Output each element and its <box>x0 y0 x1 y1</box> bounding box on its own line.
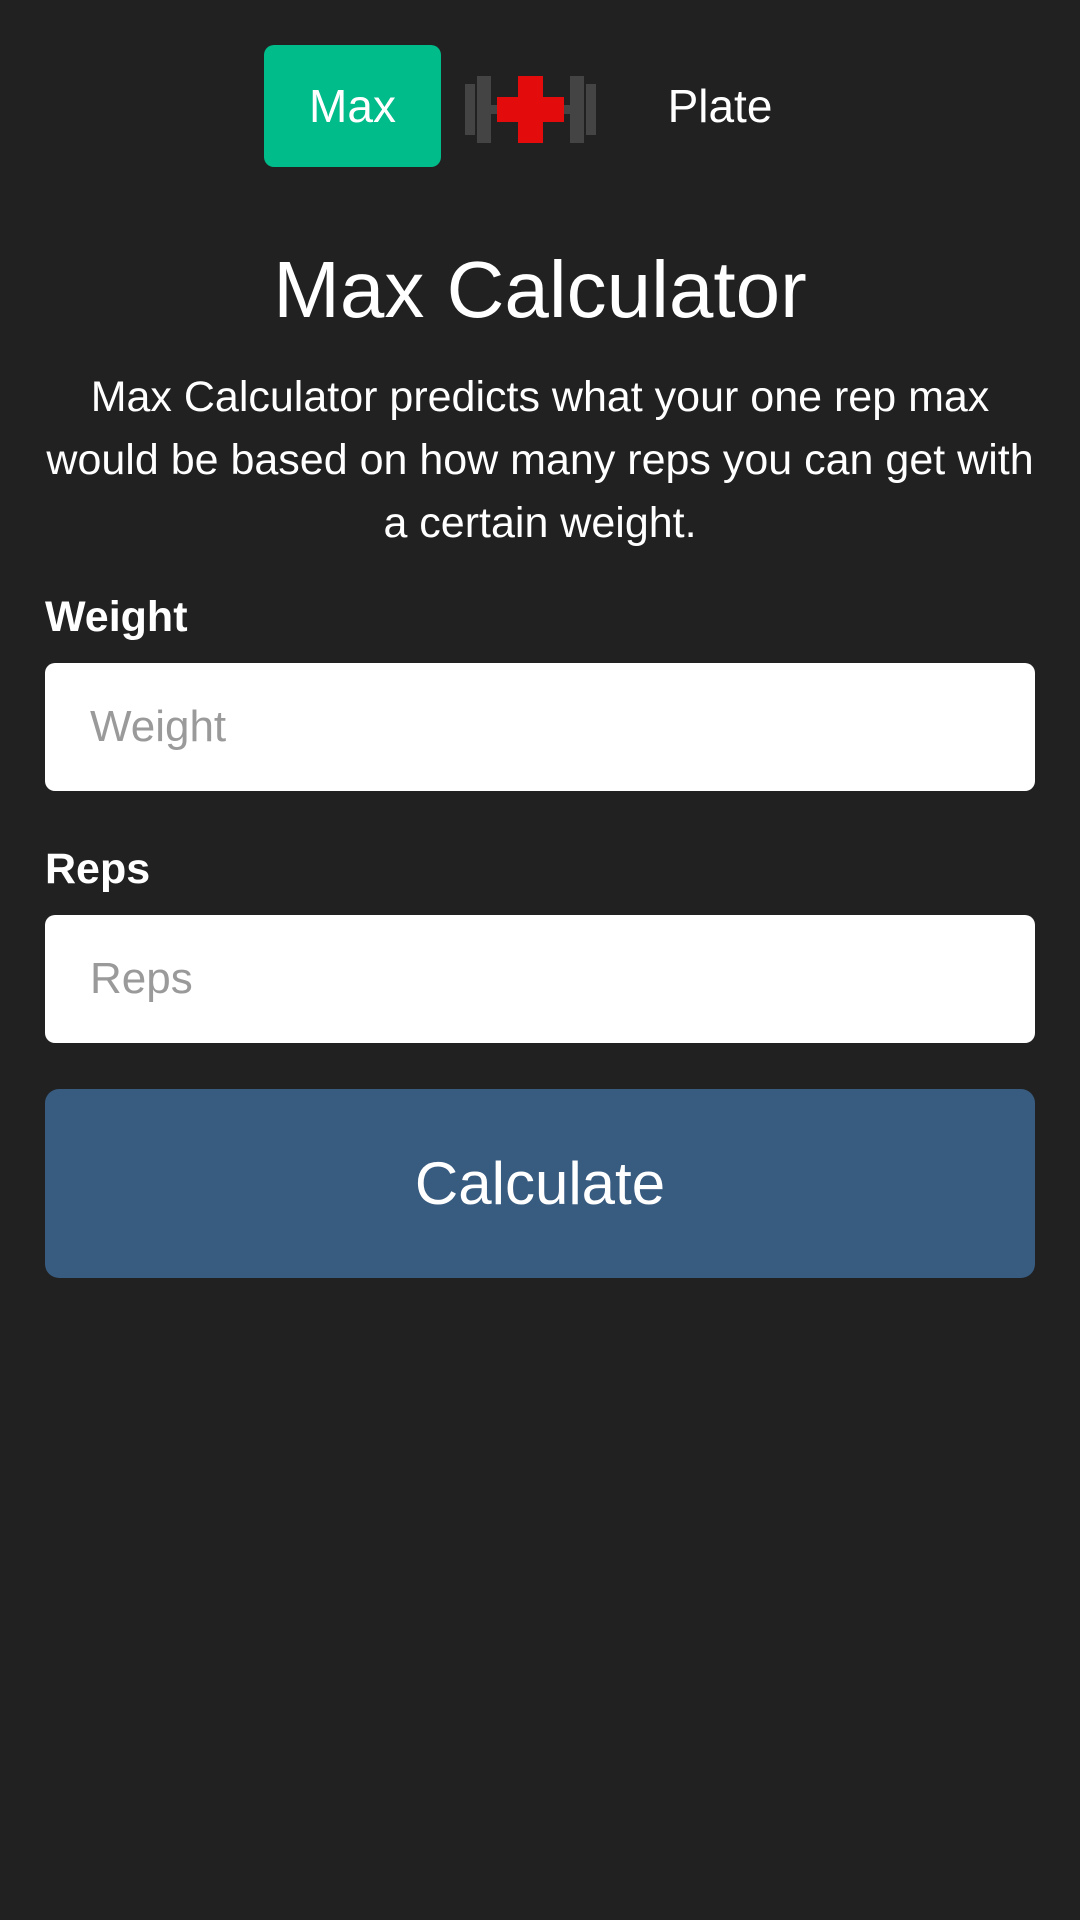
reps-input[interactable] <box>45 915 1035 1043</box>
dumbbell-cross-icon <box>465 76 596 143</box>
top-navigation: Max Plate <box>0 45 1080 167</box>
calculate-button[interactable]: Calculate <box>45 1089 1035 1278</box>
reps-label: Reps <box>45 845 151 893</box>
weight-input[interactable] <box>45 663 1035 791</box>
weight-label: Weight <box>45 593 188 641</box>
page-title: Max Calculator <box>273 245 807 334</box>
tab-max[interactable]: Max <box>264 45 441 167</box>
page-description: Max Calculator predicts what your one re… <box>46 373 1034 547</box>
max-calculator-screen: Max Plate Max Calculator Max Calculator … <box>0 0 1080 1920</box>
tab-plate[interactable]: Plate <box>640 45 800 167</box>
